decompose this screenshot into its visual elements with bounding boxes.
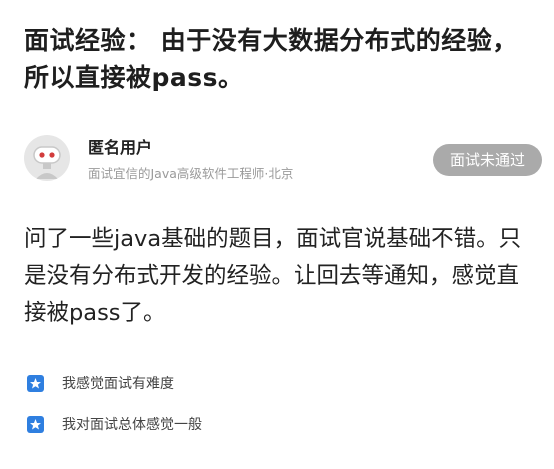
post-title: 面试经验： 由于没有大数据分布式的经验，所以直接被pass。 [24, 26, 518, 92]
star-icon [27, 375, 44, 392]
post-content: 问了一些java基础的题目，面试官说基础不错。只是没有分布式开发的经验。让回去等… [24, 226, 522, 326]
interview-post: 面试经验： 由于没有大数据分布式的经验，所以直接被pass。 匿名用户 面试宜信… [0, 0, 554, 469]
tag-difficulty-text: 我感觉面试有难度 [62, 376, 174, 392]
star-icon [27, 416, 44, 433]
list-item: 我感觉面试有难度 [24, 372, 524, 394]
author-row: 匿名用户 面试宜信的Java高级软件工程师·北京 面试未通过 [24, 131, 542, 191]
avatar[interactable] [24, 135, 70, 181]
tag-overall-feeling-text: 我对面试总体感觉一般 [62, 417, 202, 433]
status-badge: 面试未通过 [432, 144, 542, 176]
rating-tags: 我感觉面试有难度 我对面试总体感觉一般 [24, 372, 524, 454]
anonymous-avatar-icon [24, 135, 70, 181]
author-meta: 面试宜信的Java高级软件工程师·北京 [88, 166, 294, 181]
list-item: 我对面试总体感觉一般 [24, 413, 524, 435]
author-name[interactable]: 匿名用户 [88, 134, 152, 158]
